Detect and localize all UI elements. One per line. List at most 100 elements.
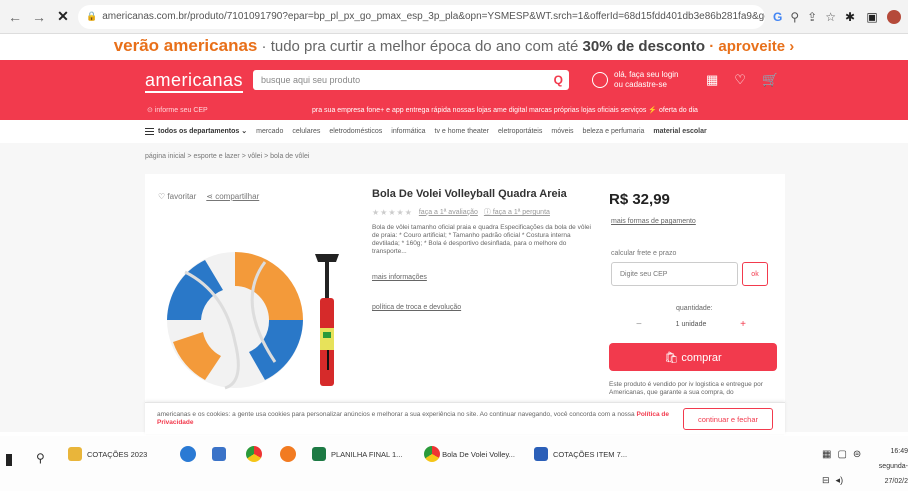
url-text[interactable]: americanas.com.br/produto/7101091790?epa… xyxy=(102,11,765,22)
shield-icon[interactable]: ⊜ xyxy=(853,449,861,460)
cep-input[interactable]: Digite seu CEP xyxy=(611,262,738,286)
question-link[interactable]: ⓘ faça a 1ª pergunta xyxy=(484,207,550,217)
cep-ok-button[interactable]: ok xyxy=(742,262,768,286)
dept-item[interactable]: material escolar xyxy=(653,128,706,135)
chrome-icon xyxy=(246,446,262,462)
promo-cta[interactable]: · aproveite › xyxy=(705,38,794,55)
start-icon[interactable] xyxy=(6,450,12,470)
search-icon[interactable]: ⚲ xyxy=(36,448,45,468)
product-title: Bola De Volei Volleyball Quadra Areia xyxy=(372,188,567,200)
product-image[interactable] xyxy=(165,232,355,392)
promo-brand: verão americanas xyxy=(113,36,258,55)
firefox-icon xyxy=(280,446,296,462)
review-link[interactable]: faça a 1ª avaliação xyxy=(419,209,478,216)
departments-toggle[interactable]: todos os departamentos ⌄ xyxy=(145,127,247,135)
taskbar-app-edge[interactable] xyxy=(180,444,196,464)
cep-placeholder: Digite seu CEP xyxy=(620,270,668,278)
cookie-banner: americanas e os cookies: a gente usa coo… xyxy=(145,402,785,434)
profile-avatar[interactable] xyxy=(886,9,902,25)
taskbar-app-label: COTAÇÕES 2023 xyxy=(87,449,148,459)
site-header: americanas busque aqui seu produto Q olá… xyxy=(0,60,908,120)
product-actions: ♡ favoritar ⋖ compartilhar xyxy=(158,192,259,201)
favorite-button[interactable]: ♡ favoritar xyxy=(158,192,196,201)
taskbar-app-label: PLANILHA FINAL 1... xyxy=(331,449,403,459)
forward-icon[interactable]: → xyxy=(30,8,48,26)
bookmark-star-icon[interactable]: ☆ xyxy=(825,10,836,24)
taskbar-app-chrome[interactable] xyxy=(246,444,262,464)
clock-date: 27/02/2 xyxy=(884,478,908,485)
google-icon[interactable]: G xyxy=(773,10,782,24)
volume-icon[interactable]: ◂) xyxy=(836,475,844,486)
taskbar-app-label: COTAÇÕES ITEM 7... xyxy=(553,449,628,459)
share-button[interactable]: ⋖ compartilhar xyxy=(206,192,259,201)
widget-icon[interactable]: ▦ xyxy=(822,449,831,460)
browser-toolbar: ← → ✕ 🔒 americanas.com.br/produto/710109… xyxy=(0,0,908,34)
address-bar[interactable]: 🔒 americanas.com.br/produto/7101091790?e… xyxy=(78,4,766,29)
taskbar-app-label: Bola De Volei Volley... xyxy=(442,449,515,459)
dept-item[interactable]: mercado xyxy=(256,128,283,135)
cep-link[interactable]: ⊙ informe seu CEP xyxy=(147,106,208,114)
dept-item[interactable]: celulares xyxy=(292,128,320,135)
taskbar-app-excel[interactable]: PLANILHA FINAL 1... xyxy=(312,444,402,464)
dept-item[interactable]: móveis xyxy=(551,128,573,135)
cookie-text: americanas e os cookies: a gente usa coo… xyxy=(157,411,677,427)
quick-links[interactable]: pra sua empresa fone+ e app entrega rápi… xyxy=(312,106,698,114)
clock-time: 16:49 xyxy=(890,448,908,455)
taskbar-app-store[interactable] xyxy=(212,444,231,464)
taskbar-app-folder[interactable]: COTAÇÕES 2023 xyxy=(68,444,147,464)
departments-bar: todos os departamentos ⌄ mercado celular… xyxy=(145,124,765,138)
search-placeholder: busque aqui seu produto xyxy=(261,75,361,85)
store-icon[interactable]: ▦ xyxy=(706,72,718,88)
store-icon xyxy=(212,447,226,461)
americanas-logo[interactable]: americanas xyxy=(145,70,244,93)
breadcrumb[interactable]: página inicial > esporte e lazer > vôlei… xyxy=(145,153,309,160)
search-input[interactable]: busque aqui seu produto Q xyxy=(253,70,569,90)
dept-item[interactable]: beleza e perfumaria xyxy=(583,128,645,135)
lock-icon: 🔒 xyxy=(86,11,98,21)
cart-icon[interactable]: 🛒 xyxy=(762,72,778,88)
payment-options-link[interactable]: mais formas de pagamento xyxy=(611,218,696,225)
zoom-icon[interactable]: ⚲ xyxy=(790,10,799,24)
bell-icon[interactable]: ▢ xyxy=(837,449,846,460)
volleyball-image xyxy=(167,252,303,390)
dept-item[interactable]: eletroportáteis xyxy=(498,128,542,135)
close-icon[interactable]: ✕ xyxy=(54,8,72,26)
shipping-label: calcular frete e prazo xyxy=(611,250,677,257)
increase-button[interactable]: + xyxy=(740,319,746,330)
share-icon[interactable]: ⇪ xyxy=(807,10,817,24)
more-info-link[interactable]: mais informações xyxy=(372,274,427,281)
word-icon xyxy=(534,447,548,461)
login-line2: ou cadastre-se xyxy=(614,80,667,89)
taskbar-app-firefox[interactable] xyxy=(280,444,296,464)
tray-icons-2[interactable]: ⊟ ◂) xyxy=(822,470,843,490)
windows-taskbar: ⚲ COTAÇÕES 2023 PLANILHA FINAL 1... Bola… xyxy=(0,436,908,491)
login-link[interactable]: olá, faça seu login ou cadastre-se xyxy=(592,70,679,90)
excel-icon xyxy=(312,447,326,461)
dept-item[interactable]: eletrodomésticos xyxy=(329,128,382,135)
promo-banner[interactable]: verão americanas · tudo pra curtir a mel… xyxy=(0,34,908,58)
tray-icons[interactable]: ▦ ▢ ⊜ xyxy=(822,444,861,464)
buy-button[interactable]: 🛍 comprar xyxy=(609,343,777,371)
heart-icon[interactable]: ♡ xyxy=(734,72,746,88)
search-icon[interactable]: Q xyxy=(554,73,563,87)
seller-info: Este produto é vendido por iv logistica … xyxy=(609,381,763,396)
quantity-stepper: − 1 unidade + xyxy=(636,317,746,331)
cookie-message: americanas e os cookies: a gente usa coo… xyxy=(157,411,635,418)
dept-item[interactable]: informática xyxy=(391,128,425,135)
login-line1: olá, faça seu login xyxy=(614,70,679,79)
back-icon[interactable]: ← xyxy=(6,8,24,26)
cookie-accept-button[interactable]: continuar e fechar xyxy=(683,408,773,430)
network-icon[interactable]: ⊟ xyxy=(822,475,830,486)
return-policy-link[interactable]: política de troca e devolução xyxy=(372,304,461,311)
browser-icon xyxy=(180,446,196,462)
sidebar-icon[interactable]: ▣ xyxy=(864,9,880,25)
rating-row: ★★★★★ faça a 1ª avaliação ⓘ faça a 1ª pe… xyxy=(372,207,550,217)
product-description: Bola de vôlei tamanho oficial praia e qu… xyxy=(372,224,591,255)
dept-item[interactable]: tv e home theater xyxy=(435,128,489,135)
system-clock[interactable]: 16:49 segunda- 27/02/2 xyxy=(876,444,908,489)
decrease-button[interactable]: − xyxy=(636,319,642,330)
folder-icon xyxy=(68,447,82,461)
taskbar-app-chrome-window[interactable]: Bola De Volei Volley... xyxy=(424,444,515,464)
taskbar-app-word[interactable]: COTAÇÕES ITEM 7... xyxy=(534,444,627,464)
extensions-icon[interactable]: ✱ xyxy=(842,9,858,25)
